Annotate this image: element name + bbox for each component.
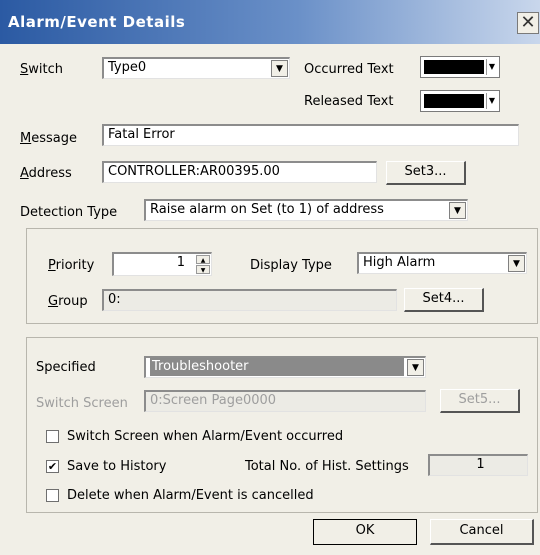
address-input[interactable]: CONTROLLER:AR00395.00 [102,161,377,183]
group-value: 0: [108,292,121,307]
message-value: Fatal Error [108,127,175,142]
detection-type-label: Detection Type [20,205,118,220]
detection-type-value: Raise alarm on Set (to 1) of address [150,202,384,217]
spin-down-icon[interactable]: ▼ [196,265,210,274]
priority-label: Priority [48,258,95,273]
ok-button[interactable]: OK [313,519,417,545]
occurred-text-color-picker[interactable]: ▼ [420,56,500,78]
delete-cancelled-checkbox[interactable] [46,489,59,502]
group-field: 0: [102,289,397,311]
close-button[interactable]: ✕ [517,12,539,34]
address-value: CONTROLLER:AR00395.00 [108,164,280,179]
switch-screen-value: 0:Screen Page0000 [150,393,277,408]
close-icon: ✕ [520,12,536,33]
priority-spinner[interactable]: 1 ▲ ▼ [112,252,212,276]
chevron-down-icon[interactable]: ▼ [271,60,288,77]
switch-screen-set-button: Set5... [440,389,520,413]
save-history-label: Save to History [67,459,167,474]
specified-dropdown[interactable]: Troubleshooter ▼ [144,356,426,378]
switch-label: Switch [20,62,63,77]
alarm-event-details-dialog: Alarm/Event Details ✕ Switch Type0 ▼ Occ… [0,0,540,555]
switch-value: Type0 [108,60,147,75]
dialog-title: Alarm/Event Details [8,13,186,31]
display-type-dropdown[interactable]: High Alarm ▼ [357,252,527,274]
switch-screen-checkbox[interactable] [46,430,59,443]
chevron-down-icon[interactable]: ▼ [407,359,424,376]
history-settings-value: 1 [476,457,485,472]
released-color-swatch [424,94,484,108]
title-bar: Alarm/Event Details ✕ [0,0,540,44]
display-type-value: High Alarm [363,255,436,270]
specified-value: Troubleshooter [150,358,404,376]
occurred-text-label: Occurred Text [304,62,394,77]
priority-value: 1 [176,255,185,270]
history-settings-label: Total No. of Hist. Settings [245,459,409,474]
address-label: Address [20,166,72,181]
message-label: Message [20,131,77,146]
delete-cancelled-label: Delete when Alarm/Event is cancelled [67,488,314,503]
switch-screen-checkbox-label: Switch Screen when Alarm/Event occurred [67,429,344,444]
switch-screen-label: Switch Screen [36,396,128,411]
message-input[interactable]: Fatal Error [102,124,519,146]
released-text-label: Released Text [304,94,394,109]
check-icon: ✔ [47,460,58,473]
group-set-button[interactable]: Set4... [404,288,484,312]
spin-up-icon[interactable]: ▲ [196,255,210,264]
save-history-checkbox[interactable]: ✔ [46,460,59,473]
chevron-down-icon: ▼ [486,59,497,75]
chevron-down-icon[interactable]: ▼ [449,202,466,219]
specified-label: Specified [36,360,96,375]
occurred-color-swatch [424,60,484,74]
chevron-down-icon: ▼ [486,93,497,109]
switch-label-text: witch [28,62,63,77]
display-type-label: Display Type [250,258,332,273]
detection-type-dropdown[interactable]: Raise alarm on Set (to 1) of address ▼ [144,199,468,221]
history-settings-count: 1 [428,454,528,476]
group-label: Group [48,294,88,309]
switch-dropdown[interactable]: Type0 ▼ [102,57,290,79]
switch-screen-field: 0:Screen Page0000 [144,390,426,412]
released-text-color-picker[interactable]: ▼ [420,90,500,112]
chevron-down-icon[interactable]: ▼ [508,255,525,272]
address-set-button[interactable]: Set3... [386,161,466,185]
cancel-button[interactable]: Cancel [430,519,534,545]
